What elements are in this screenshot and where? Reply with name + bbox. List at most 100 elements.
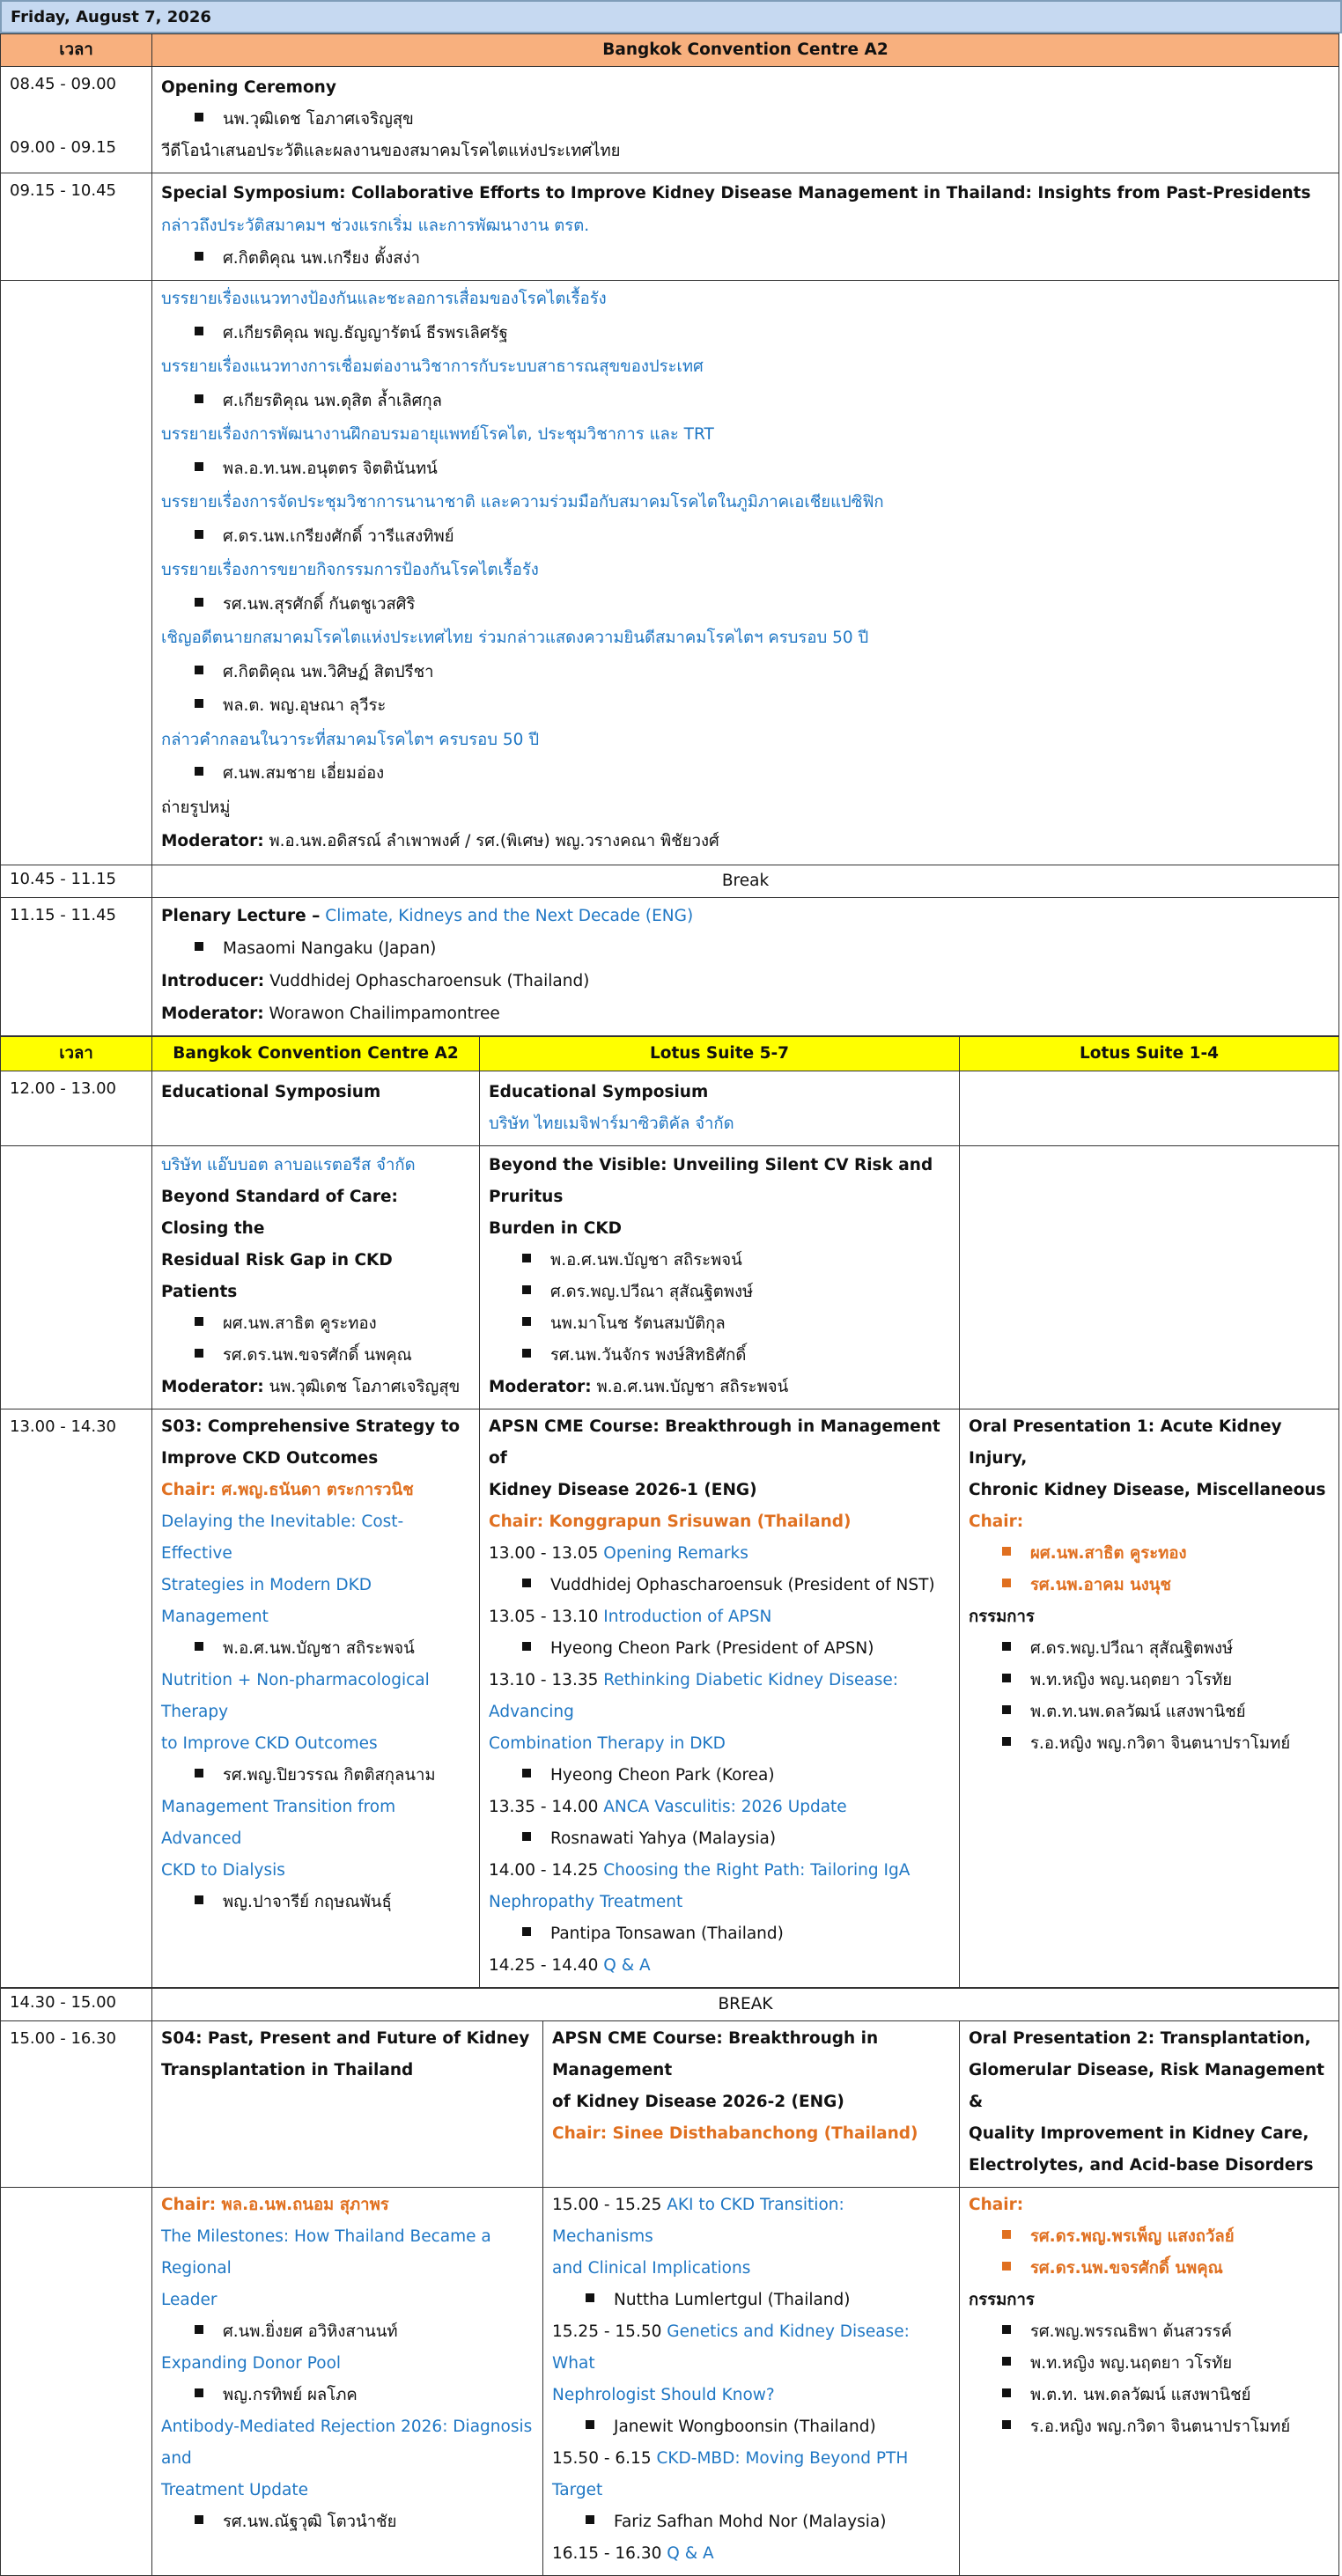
talk-title: Strategies in Modern DKD Management (161, 1575, 372, 1626)
speaker: พ.อ.ศ.นพ.บัญชา สถิระพจน์ (161, 1633, 470, 1665)
speaker: Masaomi Nangaku (Japan) (161, 932, 1330, 965)
afternoon-schedule-table: 14.30 - 15.00 BREAK 15.00 - 16.30 S04: P… (0, 1987, 1340, 2576)
speaker: Fariz Safhan Mohd Nor (Malaysia) (552, 2506, 950, 2538)
header-row: เวลา Bangkok Convention Centre A2 (0, 33, 1339, 67)
room-lotus14-header: Lotus Suite 1-4 (959, 1035, 1339, 1071)
talk-title: Treatment Update (161, 2480, 309, 2499)
chair-line: Chair: Konggrapun Srisuwan (Thailand) (489, 1512, 852, 1531)
agenda-item: 15.50 - 6.15 CKD-MBD: Moving Beyond PTH … (552, 2448, 909, 2499)
session-opening: 08.45 - 09.00 09.00 - 09.15 Opening Cere… (0, 66, 1339, 173)
break-row: 10.45 - 11.15 Break (0, 864, 1339, 898)
moderator-line: Moderator: นพ.วุฒิเดช โอภาศเจริญสุข (161, 1377, 461, 1396)
session-plenary: 11.15 - 11.45 Plenary Lecture – Climate,… (0, 896, 1339, 1036)
moderator-line: Moderator: Worawon Chailimpamontree (161, 1004, 500, 1023)
session-title: Electrolytes, and Acid-base Disorders (969, 2155, 1314, 2175)
session-title: Chronic Kidney Disease, Miscellaneous (969, 1480, 1326, 1499)
speaker: ศ.เกียรติคุณ พญ.ธัญญารัตน์ ธีรพรเลิศรัฐ (161, 317, 1330, 351)
talk-title: Beyond Standard of Care: Closing the (161, 1187, 398, 1238)
talk-title: Antibody-Mediated Rejection 2026: Diagno… (161, 2417, 533, 2468)
session-title: Oral Presentation 2: Transplantation, (969, 2028, 1311, 2048)
speaker: ศ.นพ.สมชาย เอี่ยมอ่อง (161, 757, 1330, 791)
agenda-item: 15.00 - 15.25 AKI to CKD Transition: Mec… (552, 2195, 844, 2246)
talk-title: The Milestones: How Thailand Became a Re… (161, 2226, 491, 2278)
time-slot: 13.00 - 14.30 (0, 1408, 152, 1988)
room-lotus57-header: Lotus Suite 5-7 (479, 1035, 960, 1071)
committee-label: กรรมการ (969, 2290, 1035, 2309)
committee-member: พ.ต.ท.นพ.ดลวัฒน์ แสงพานิชย์ (969, 1696, 1330, 1728)
session-title: Kidney Disease 2026-1 (ENG) (489, 1480, 757, 1499)
sponsor: บริษัท ไทยเมจิฟาร์มาซิวติคัล จำกัด (489, 1114, 734, 1133)
break-label: Break (151, 864, 1339, 898)
session-title: Opening Ceremony (161, 78, 336, 97)
agenda-item-cont: Combination Therapy in DKD (489, 1733, 726, 1753)
sponsor: บริษัท แอ๊บบอต ลาบอแรตอรีส จำกัด (161, 1155, 416, 1174)
introducer-line: Introducer: Vuddhidej Ophascharoensuk (T… (161, 971, 590, 990)
time-column-header: เวลา (0, 33, 152, 67)
speaker: พล.ต. พญ.อุษณา ลุวีระ (161, 689, 1330, 724)
session-educational-cont: บริษัท แอ๊บบอต ลาบอแรตอรีส จำกัด Beyond … (0, 1144, 1339, 1409)
talk-title: กล่าวถึงประวัติสมาคมฯ ช่วงแรกเริ่ม และกา… (161, 217, 590, 235)
agenda-item: 13.35 - 14.00 ANCA Vasculitis: 2026 Upda… (489, 1797, 847, 1816)
speaker: พ.อ.ศ.นพ.บัญชา สถิระพจน์ (489, 1245, 950, 1277)
agenda-item: 16.15 - 16.30 Q & A (552, 2543, 714, 2563)
agenda-item: 13.10 - 13.35 Rethinking Diabetic Kidney… (489, 1670, 898, 1721)
chair-person: รศ.ดร.พญ.พรเพ็ญ แสงถวัลย์ (969, 2221, 1330, 2253)
talk-title: to Improve CKD Outcomes (161, 1733, 378, 1753)
chair-person: ผศ.นพ.สาธิต คูระทอง (969, 1538, 1330, 1570)
session-s03-apsn1-oral1: 13.00 - 14.30 S03: Comprehensive Strateg… (0, 1408, 1339, 1988)
speaker: นพ.วุฒิเดช โอภาศเจริญสุข (161, 104, 1330, 136)
speaker: ศ.ดร.พญ.ปวีณา สุสัณฐิตพงษ์ (489, 1277, 950, 1308)
speaker: รศ.นพ.ณัฐวุฒิ โตวนำชัย (161, 2506, 534, 2538)
speaker: รศ.นพ.วันจักร พงษ์สิทธิศักดิ์ (489, 1340, 950, 1372)
committee-member: พ.ท.หญิง พญ.นฤตยา วโรทัย (969, 1665, 1330, 1696)
session-title: Quality Improvement in Kidney Care, (969, 2123, 1309, 2143)
talk-title: Management Transition from Advanced (161, 1797, 396, 1848)
agenda-item: 15.25 - 15.50 Genetics and Kidney Diseas… (552, 2322, 910, 2373)
time-slot: 09.15 - 10.45 (0, 173, 152, 281)
speaker: รศ.นพ.สุรศักดิ์ กันตชูเวสศิริ (161, 588, 1330, 622)
time-slot: 12.00 - 13.00 (0, 1070, 152, 1146)
agenda-item: 13.00 - 13.05 Opening Remarks (489, 1543, 748, 1563)
agenda-item: 14.25 - 14.40 Q & A (489, 1955, 651, 1975)
session-title: S03: Comprehensive Strategy to (161, 1417, 461, 1436)
time-slot: 08.45 - 09.00 (10, 75, 116, 93)
agenda-item: 14.00 - 14.25 Choosing the Right Path: T… (489, 1860, 911, 1880)
speaker: ผศ.นพ.สาธิต คูระทอง (161, 1308, 470, 1340)
committee-member: ร.อ.หญิง พญ.กวิดา จินตนาปราโมทย์ (969, 1728, 1330, 1760)
agenda-item-cont: Nephropathy Treatment (489, 1892, 683, 1911)
moderator-line: Moderator: พ.อ.ศ.นพ.บัญชา สถิระพจน์ (489, 1377, 789, 1396)
parallel-schedule-table: เวลา Bangkok Convention Centre A2 Lotus … (0, 1035, 1339, 1988)
committee-member: ศ.ดร.พญ.ปวีณา สุสัณฐิตพงษ์ (969, 1633, 1330, 1665)
chair-label: Chair: (969, 2195, 1024, 2214)
time-slot: 09.00 - 09.15 (10, 138, 116, 157)
speaker: ศ.กิตติคุณ นพ.เกรียง ตั้งสง่า (161, 242, 1330, 275)
session-special-symposium: 09.15 - 10.45 Special Symposium: Collabo… (0, 173, 1339, 281)
session-title: Transplantation in Thailand (161, 2060, 414, 2079)
committee-member: พ.ท.หญิง พญ.นฤตยา วโรทัย (969, 2348, 1330, 2380)
chair-person: รศ.นพ.อาคม นงนุช (969, 1570, 1330, 1601)
chair-label: Chair: (969, 1512, 1024, 1531)
speaker: ศ.ดร.นพ.เกรียงศักดิ์ วารีแสงทิพย์ (161, 520, 1330, 555)
session-title: Oral Presentation 1: Acute Kidney Injury… (969, 1417, 1282, 1468)
agenda-item-cont: Nephrologist Should Know? (552, 2385, 775, 2404)
speaker: Hyeong Cheon Park (Korea) (489, 1760, 950, 1792)
speaker: ศ.กิตติคุณ นพ.วิศิษฏ์ สิตปรีชา (161, 656, 1330, 690)
talk-title: Nutrition + Non-pharmacological Therapy (161, 1670, 430, 1721)
session-s04-apsn2-oral2-cont: Chair: พล.อ.นพ.ถนอม สุภาพร The Milestone… (0, 2186, 1340, 2576)
time-slot: 14.30 - 15.00 (0, 1987, 152, 2021)
talk-title: บรรยายเรื่องการพัฒนางานฝึกอบรมอายุแพทย์โ… (161, 425, 714, 444)
session-title: Improve CKD Outcomes (161, 1448, 379, 1468)
session-title: Special Symposium: Collaborative Efforts… (161, 184, 1311, 202)
speaker: Pantipa Tonsawan (Thailand) (489, 1918, 950, 1950)
talk-title: บรรยายเรื่องการจัดประชุมวิชาการนานาชาติ … (161, 493, 884, 512)
speaker: นพ.มาโนช รัตนสมบัติกุล (489, 1308, 950, 1340)
time-slot: 10.45 - 11.15 (0, 864, 152, 898)
time-column-header: เวลา (0, 1035, 152, 1071)
talk-title: เชิญอดีตนายกสมาคมโรคไตแห่งประเทศไทย ร่วม… (161, 629, 869, 647)
session-special-symposium-cont: บรรยายเรื่องแนวทางป้องกันและชะลอการเสื่อ… (0, 280, 1339, 865)
chair-line: Chair: Sinee Disthabanchong (Thailand) (552, 2123, 918, 2143)
committee-member: ร.อ.หญิง พญ.กวิดา จินตนาปราโมทย์ (969, 2411, 1330, 2443)
speaker: ศ.เกียรติคุณ นพ.ดุสิต ล้ำเลิศกุล (161, 385, 1330, 419)
speaker: พล.อ.ท.นพ.อนุตตร จิตตินันทน์ (161, 453, 1330, 487)
speaker: Hyeong Cheon Park (President of APSN) (489, 1633, 950, 1665)
